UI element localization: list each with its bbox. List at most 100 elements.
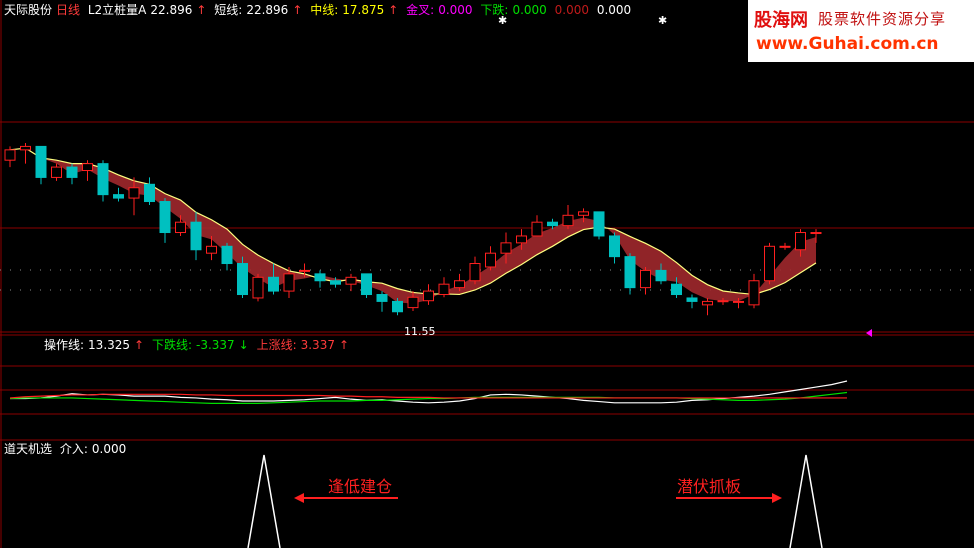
watermark-url: www.Guhai.com.cn	[756, 34, 939, 54]
candle	[113, 187, 124, 202]
ribbon-band	[10, 148, 816, 304]
candle	[51, 163, 62, 181]
candle-body	[97, 163, 109, 196]
op-line-value: 13.325	[88, 338, 131, 352]
candle-body	[609, 235, 620, 258]
up-arrow-icon: ↑	[134, 338, 145, 352]
candle-body	[345, 276, 357, 285]
down-arrow-icon: ↓	[238, 338, 249, 352]
signal-spike	[789, 454, 823, 548]
candle-body	[593, 211, 605, 237]
candle	[345, 273, 357, 292]
candle-body	[438, 283, 450, 296]
candle-body	[578, 211, 589, 216]
candle-body	[283, 273, 295, 292]
candle	[748, 273, 760, 309]
chart-canvas: 11.55 逢低建仓 潜伏抓板 ✱ ✱	[0, 0, 974, 548]
candle	[640, 266, 651, 295]
oscillator-panel	[9, 380, 848, 404]
candle	[97, 160, 109, 202]
candle	[438, 277, 450, 298]
extra-value-2: 0.000	[596, 3, 632, 17]
candle	[82, 160, 93, 181]
ma-ribbon	[9, 147, 817, 304]
candle-body	[624, 256, 636, 289]
candle-body	[113, 194, 124, 199]
candle-body	[423, 290, 434, 302]
candle	[469, 256, 481, 285]
signal-title[interactable]: 道天机选	[4, 442, 52, 456]
down-line-label: 下跌线:	[151, 338, 192, 352]
candle-body	[717, 300, 729, 303]
signal-header: 道天机选 介入: 0.000	[4, 442, 130, 456]
up-line-label: 上涨线:	[256, 338, 297, 352]
candle-body	[159, 201, 171, 234]
candle-body	[252, 276, 264, 299]
up-arrow-icon: ↑	[196, 3, 207, 17]
golden-cross-value: 0.000	[438, 3, 473, 17]
candle-body	[51, 166, 62, 178]
candle-body	[655, 269, 667, 282]
up-arrow-icon: ↑	[388, 3, 399, 17]
up-line-value: 3.337	[300, 338, 335, 352]
period-label[interactable]: 日线	[56, 3, 80, 17]
candle-body	[376, 294, 388, 302]
entry-value: 0.000	[91, 442, 127, 456]
candle-body	[516, 235, 527, 244]
latent-annotation: 潜伏抓板	[677, 477, 741, 496]
candle-body	[686, 297, 698, 302]
candle	[702, 297, 713, 316]
star-marker-icon: ✱	[658, 14, 667, 27]
candle-body	[237, 263, 248, 296]
candle	[144, 177, 155, 205]
candle-body	[190, 221, 202, 251]
candle-body	[35, 145, 47, 178]
candle-body	[299, 269, 310, 272]
candle-body	[748, 280, 760, 306]
candle-body	[144, 183, 155, 203]
signal-panel	[247, 454, 823, 548]
candle-body	[454, 280, 465, 289]
candle-body	[562, 214, 574, 227]
candle-body	[764, 245, 775, 282]
candle-body	[221, 245, 233, 265]
candle	[221, 242, 233, 271]
candle	[593, 211, 605, 240]
candle-body	[500, 242, 512, 254]
candle	[66, 163, 78, 185]
oscillator-header: 操作线: 13.325 ↑ 下跌线: -3.337 ↓ 上涨线: 3.337 ↑	[44, 338, 353, 352]
candle-body	[206, 245, 217, 254]
short-line-label: 短线:	[214, 3, 243, 17]
watermark-logo: 股海网 股票软件资源分享 www.Guhai.com.cn	[748, 0, 974, 62]
candle-body	[128, 187, 140, 199]
candle	[20, 142, 31, 164]
fall-value: 0.000	[512, 3, 547, 17]
candle-body	[810, 232, 822, 235]
stock-name[interactable]: 天际股份	[4, 3, 52, 17]
candle	[4, 146, 16, 168]
watermark-brand: 股海网	[754, 10, 808, 31]
indicator-name[interactable]: L2立桩量A	[88, 3, 147, 17]
watermark-slogan: 股票软件资源分享	[818, 10, 947, 28]
candle-body	[702, 300, 713, 306]
candle	[764, 242, 775, 285]
candle-body	[485, 252, 496, 268]
golden-cross-label: 金叉:	[406, 3, 435, 17]
extra-value-1: 0.000	[554, 3, 589, 17]
up-arrow-icon: ↑	[338, 338, 350, 352]
down-line-value: -3.337	[195, 338, 235, 352]
candle	[609, 232, 620, 264]
candle	[314, 270, 326, 288]
candle-body	[469, 263, 481, 282]
candle-body	[531, 221, 543, 237]
candle	[562, 204, 574, 230]
candle	[361, 273, 372, 298]
op-line-label: 操作线:	[44, 338, 85, 352]
candle	[779, 242, 791, 250]
candle-body	[779, 245, 791, 248]
candle-body	[175, 221, 186, 234]
candle-body	[547, 221, 558, 227]
candle-body	[82, 163, 93, 172]
candle	[252, 273, 264, 302]
buy-low-annotation: 逢低建仓	[328, 477, 392, 496]
